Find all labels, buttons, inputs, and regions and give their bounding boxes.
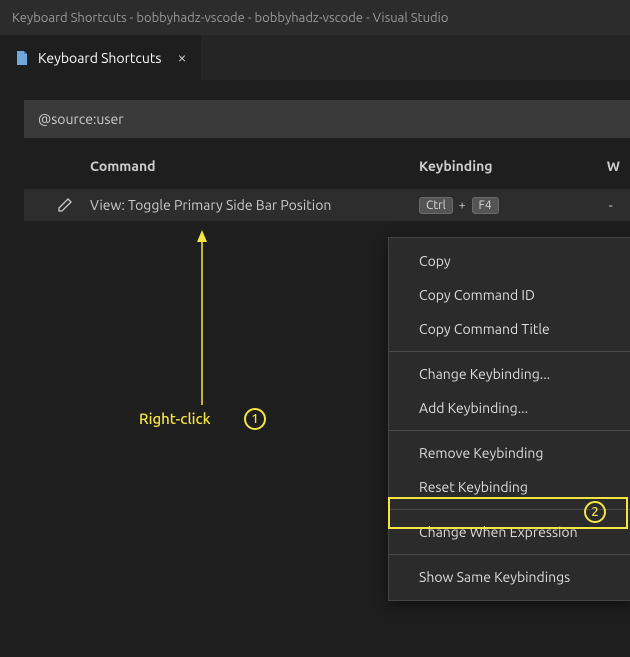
close-icon[interactable]: × <box>177 49 186 67</box>
pencil-icon <box>57 197 73 213</box>
menu-remove-keybinding[interactable]: Remove Keybinding <box>389 436 630 470</box>
content-area: @source:user Command Keybinding W View: … <box>0 80 630 221</box>
menu-show-same-keybindings[interactable]: Show Same Keybindings <box>389 560 630 594</box>
table-header: Command Keybinding W <box>24 138 630 189</box>
row-when: - <box>499 197 613 213</box>
menu-change-keybinding[interactable]: Change Keybinding... <box>389 357 630 391</box>
menu-separator <box>389 554 630 555</box>
key-ctrl: Ctrl <box>419 197 453 214</box>
menu-separator <box>389 351 630 352</box>
search-input[interactable]: @source:user <box>24 100 630 138</box>
menu-copy-command-title[interactable]: Copy Command Title <box>389 312 630 346</box>
menu-add-keybinding[interactable]: Add Keybinding... <box>389 391 630 425</box>
header-when[interactable]: W <box>607 158 630 174</box>
context-menu: Copy Copy Command ID Copy Command Title … <box>388 237 630 601</box>
table-row[interactable]: View: Toggle Primary Side Bar Position C… <box>24 189 630 221</box>
annotation-rightclick-label: Right-click <box>139 410 211 427</box>
key-plus: + <box>457 199 468 212</box>
menu-copy[interactable]: Copy <box>389 244 630 278</box>
annotation-num-2: 2 <box>591 505 598 519</box>
tab-label: Keyboard Shortcuts <box>38 50 161 66</box>
row-keybinding: Ctrl + F4 <box>419 197 499 214</box>
menu-reset-keybinding[interactable]: Reset Keybinding <box>393 470 628 504</box>
key-f4: F4 <box>472 197 499 214</box>
annotation-circle-1: 1 <box>244 408 266 430</box>
edit-icon-cell[interactable] <box>24 197 74 213</box>
annotation-arrow <box>196 230 208 410</box>
search-value: @source:user <box>38 111 124 127</box>
annotation-circle-2: 2 <box>584 501 606 523</box>
keyboard-file-icon <box>14 50 30 66</box>
title-bar: Keyboard Shortcuts - bobbyhadz-vscode - … <box>0 0 630 35</box>
menu-separator <box>389 430 630 431</box>
header-keybinding[interactable]: Keybinding <box>419 158 607 174</box>
row-command-text: View: Toggle Primary Side Bar Position <box>74 197 419 213</box>
window-title: Keyboard Shortcuts - bobbyhadz-vscode - … <box>12 11 448 25</box>
tab-bar: Keyboard Shortcuts × <box>0 35 630 80</box>
tab-keyboard-shortcuts[interactable]: Keyboard Shortcuts × <box>0 35 201 80</box>
annotation-num-1: 1 <box>251 412 258 426</box>
header-command[interactable]: Command <box>24 158 419 174</box>
menu-copy-command-id[interactable]: Copy Command ID <box>389 278 630 312</box>
